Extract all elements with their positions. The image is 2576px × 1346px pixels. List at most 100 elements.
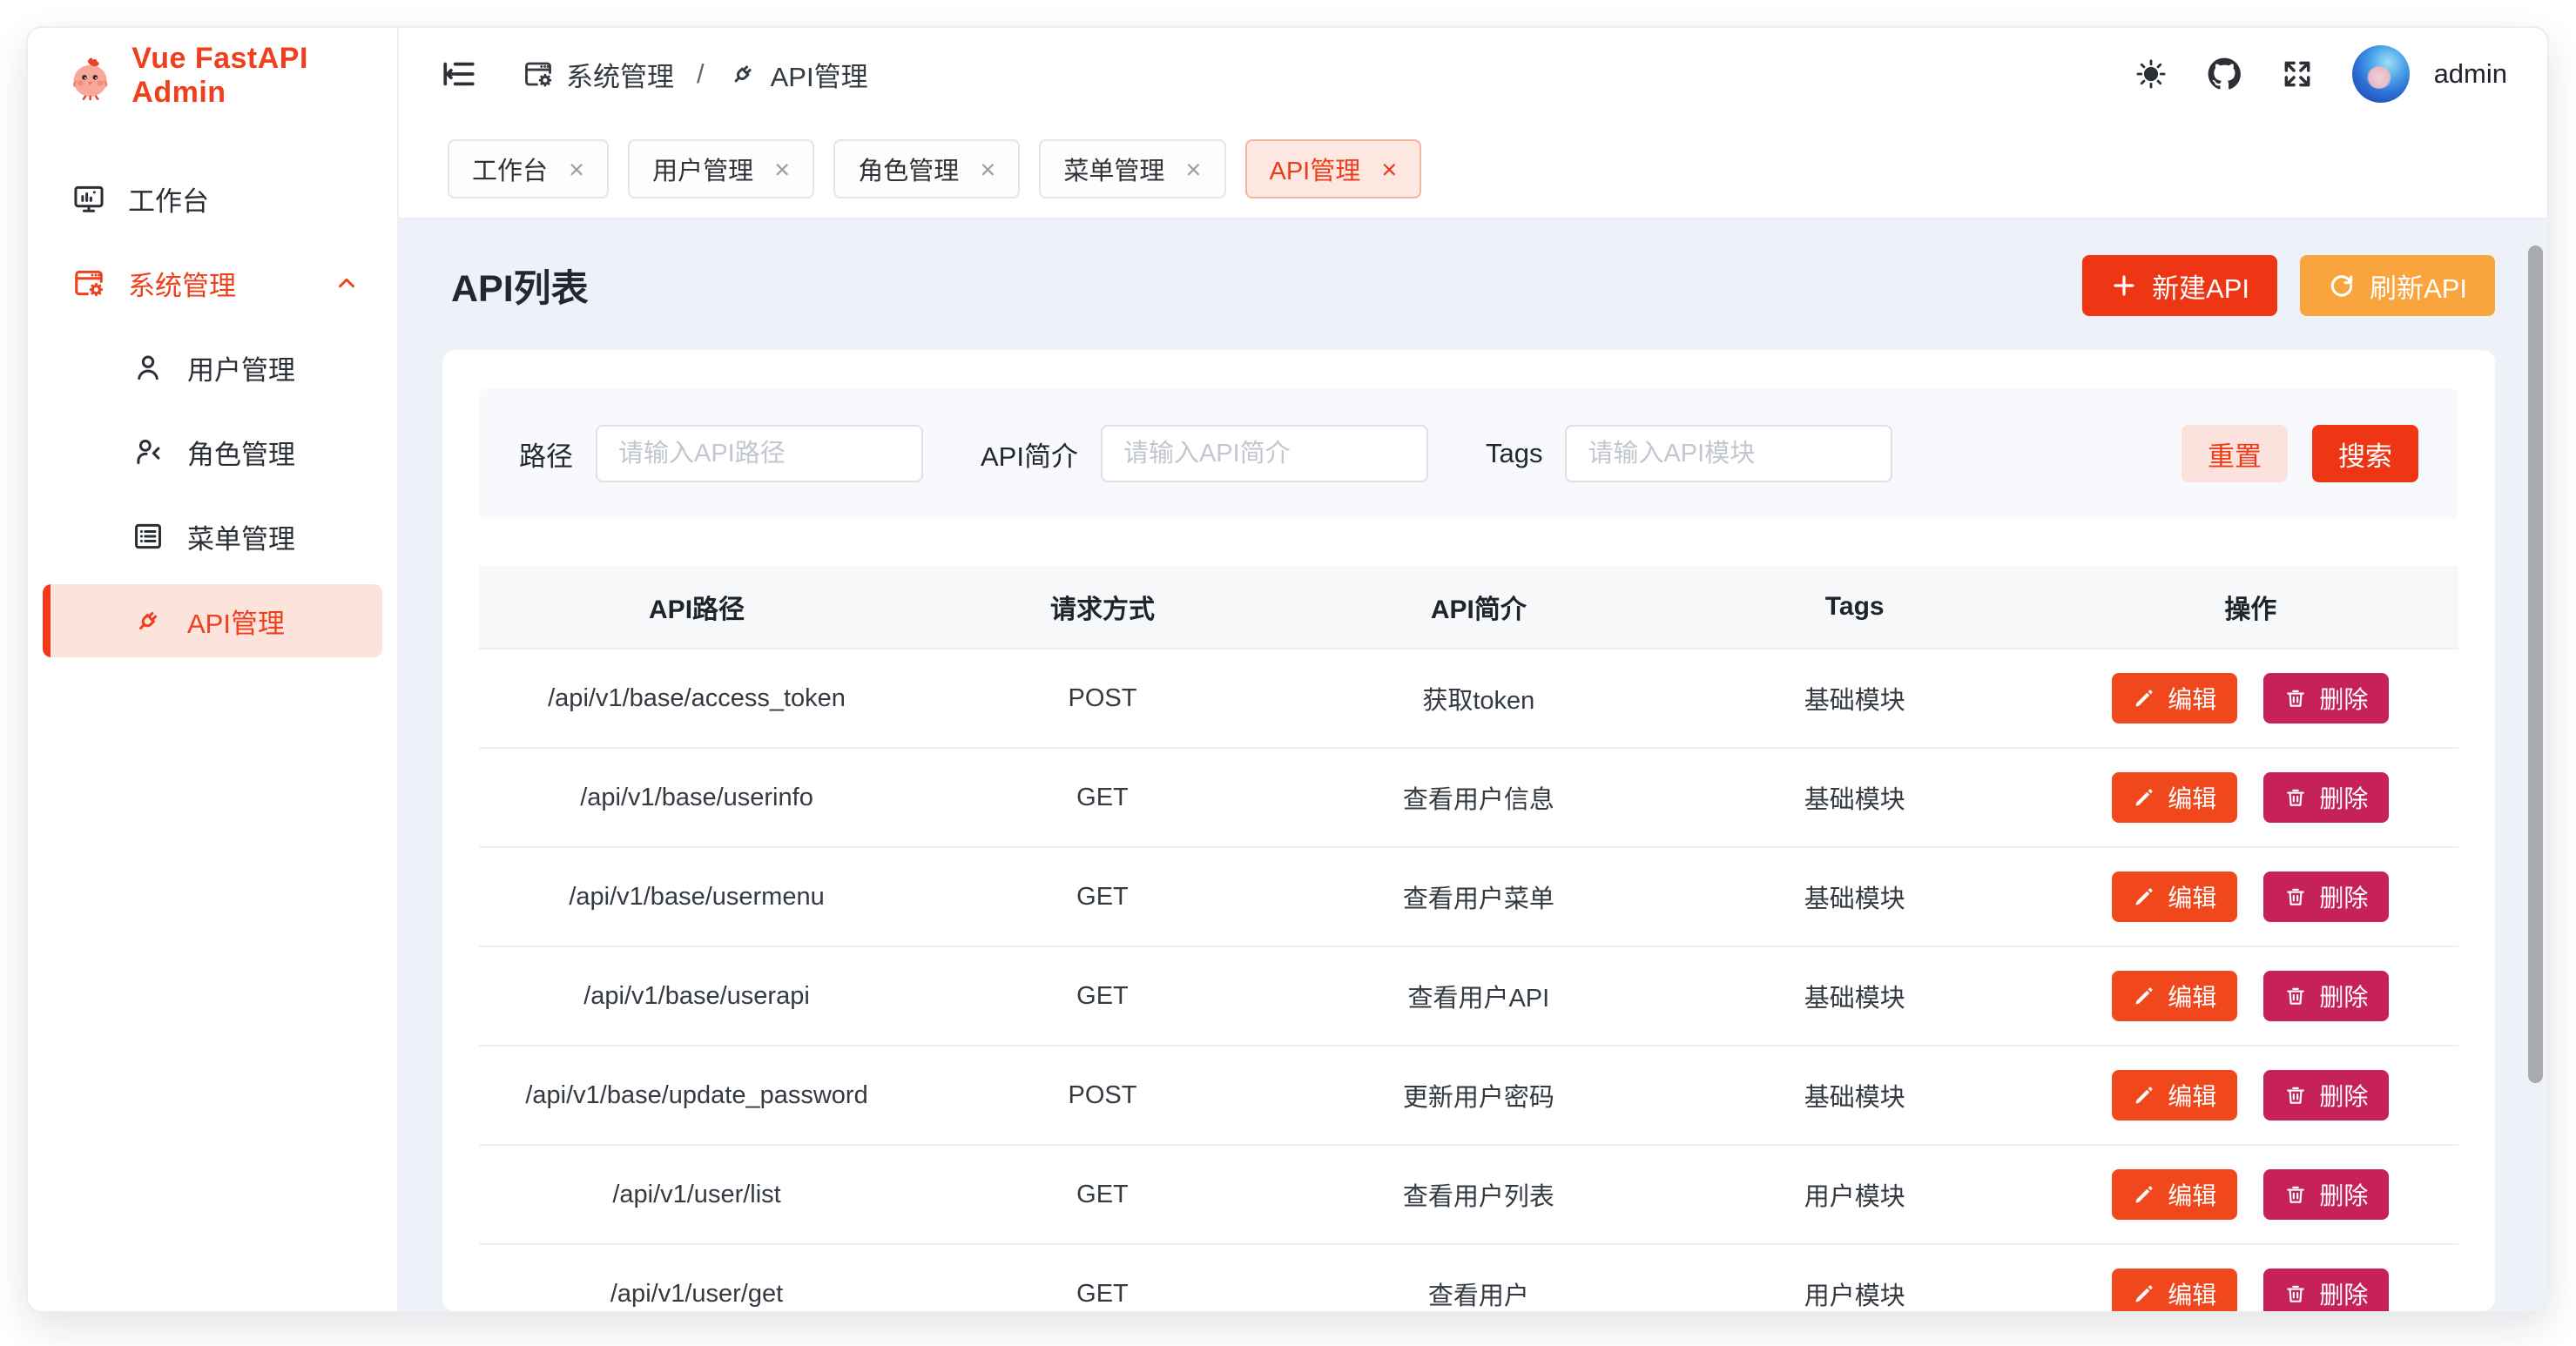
column-header-actions: 操作 bbox=[2043, 566, 2458, 649]
tab-label: 角色管理 bbox=[858, 151, 959, 187]
edit-label: 编辑 bbox=[2168, 780, 2216, 815]
scrollbar-thumb[interactable] bbox=[2528, 246, 2543, 1083]
breadcrumb-parent[interactable]: 系统管理 bbox=[523, 55, 674, 94]
app-title: Vue FastAPI Admin bbox=[131, 42, 397, 110]
path-filter-label: 路径 bbox=[519, 434, 573, 474]
edit-button[interactable]: 编辑 bbox=[2112, 772, 2237, 823]
cell-method: GET bbox=[914, 946, 1291, 1046]
table-header-row: API路径 请求方式 API简介 Tags 操作 bbox=[479, 566, 2458, 649]
delete-label: 删除 bbox=[2319, 780, 2368, 815]
app-logo[interactable]: Vue FastAPI Admin bbox=[28, 28, 397, 124]
delete-button[interactable]: 删除 bbox=[2263, 1070, 2389, 1121]
monitor-icon bbox=[72, 182, 105, 215]
sidebar-item-menus[interactable]: 菜单管理 bbox=[43, 500, 382, 573]
cell-api-path: /api/v1/base/usermenu bbox=[479, 847, 914, 946]
refresh-api-button[interactable]: 刷新API bbox=[2300, 255, 2495, 316]
page-tab-1[interactable]: 用户管理 × bbox=[628, 139, 814, 199]
tab-label: 用户管理 bbox=[652, 151, 753, 187]
search-button[interactable]: 搜索 bbox=[2312, 425, 2418, 482]
edit-button[interactable]: 编辑 bbox=[2112, 673, 2237, 723]
close-icon[interactable]: × bbox=[1381, 156, 1397, 183]
plug-icon bbox=[727, 58, 759, 90]
table-body: /api/v1/base/access_token POST 获取token 基… bbox=[479, 649, 2458, 1311]
theme-toggle-icon[interactable] bbox=[2134, 57, 2168, 91]
username[interactable]: admin bbox=[2434, 58, 2507, 90]
cell-method: GET bbox=[914, 1145, 1291, 1244]
api-list-card: 路径 API简介 Tags 重置 搜索 bbox=[442, 350, 2495, 1311]
collapse-sidebar-icon[interactable] bbox=[441, 56, 477, 92]
page-tab-0[interactable]: 工作台 × bbox=[448, 139, 609, 199]
page-header: API列表 新建API 刷新API bbox=[442, 242, 2495, 329]
topbar-actions: admin bbox=[2134, 45, 2507, 103]
page-tab-2[interactable]: 角色管理 × bbox=[833, 139, 1020, 199]
summary-filter-input[interactable] bbox=[1101, 425, 1428, 482]
column-header-summary: API简介 bbox=[1291, 566, 1667, 649]
chevron-up-icon[interactable] bbox=[334, 270, 360, 296]
trash-icon bbox=[2284, 885, 2307, 908]
cell-tags: 基础模块 bbox=[1667, 748, 2043, 847]
page-tab-4[interactable]: API管理 × bbox=[1245, 139, 1422, 199]
refresh-api-label: 刷新API bbox=[2370, 266, 2467, 306]
close-icon[interactable]: × bbox=[980, 156, 995, 183]
edit-button[interactable]: 编辑 bbox=[2112, 971, 2237, 1021]
breadcrumb: 系统管理 / API管理 bbox=[523, 55, 868, 94]
edit-button[interactable]: 编辑 bbox=[2112, 1269, 2237, 1311]
sidebar-item-users[interactable]: 用户管理 bbox=[43, 331, 382, 404]
tags-filter-label: Tags bbox=[1486, 438, 1542, 469]
edit-button[interactable]: 编辑 bbox=[2112, 872, 2237, 922]
sidebar: Vue FastAPI Admin 工作台 系统管理 用户管理 角色管理 bbox=[28, 28, 399, 1311]
close-icon[interactable]: × bbox=[774, 156, 790, 183]
cell-actions: 编辑 删除 bbox=[2043, 649, 2458, 748]
cell-method: GET bbox=[914, 748, 1291, 847]
sidebar-item-system[interactable]: 系统管理 bbox=[43, 246, 382, 320]
reset-button[interactable]: 重置 bbox=[2182, 425, 2288, 482]
sidebar-menu: 工作台 系统管理 用户管理 角色管理 菜单管理 API bbox=[28, 124, 397, 669]
create-api-button[interactable]: 新建API bbox=[2082, 255, 2277, 316]
github-icon[interactable] bbox=[2206, 56, 2242, 92]
tags-filter-input[interactable] bbox=[1565, 425, 1892, 482]
delete-label: 删除 bbox=[2319, 1078, 2368, 1113]
pencil-icon bbox=[2133, 1282, 2155, 1305]
page-tab-3[interactable]: 菜单管理 × bbox=[1039, 139, 1225, 199]
system-settings-icon bbox=[72, 266, 105, 299]
close-icon[interactable]: × bbox=[1185, 156, 1201, 183]
pencil-icon bbox=[2133, 786, 2155, 809]
cell-method: GET bbox=[914, 847, 1291, 946]
plus-icon bbox=[2110, 272, 2138, 299]
sidebar-item-workbench[interactable]: 工作台 bbox=[43, 162, 382, 235]
content-area: API列表 新建API 刷新API 路径 bbox=[399, 219, 2547, 1311]
delete-button[interactable]: 删除 bbox=[2263, 772, 2389, 823]
cell-summary: 查看用户列表 bbox=[1291, 1145, 1667, 1244]
close-icon[interactable]: × bbox=[569, 156, 584, 183]
pencil-icon bbox=[2133, 885, 2155, 908]
tab-bar: 工作台 × 用户管理 × 角色管理 × 菜单管理 × API管理 × bbox=[399, 120, 2547, 219]
cell-method: POST bbox=[914, 649, 1291, 748]
edit-button[interactable]: 编辑 bbox=[2112, 1070, 2237, 1121]
delete-label: 删除 bbox=[2319, 681, 2368, 716]
fullscreen-icon[interactable] bbox=[2281, 57, 2314, 91]
sidebar-item-apis[interactable]: API管理 bbox=[43, 584, 382, 657]
delete-button[interactable]: 删除 bbox=[2263, 971, 2389, 1021]
cell-summary: 更新用户密码 bbox=[1291, 1046, 1667, 1145]
table-row: /api/v1/base/userinfo GET 查看用户信息 基础模块 编辑 bbox=[479, 748, 2458, 847]
edit-button[interactable]: 编辑 bbox=[2112, 1169, 2237, 1220]
sidebar-item-roles[interactable]: 角色管理 bbox=[43, 415, 382, 488]
sidebar-item-label: 角色管理 bbox=[187, 433, 295, 472]
edit-label: 编辑 bbox=[2168, 979, 2216, 1013]
active-indicator-bar bbox=[43, 584, 51, 657]
path-filter-input[interactable] bbox=[596, 425, 923, 482]
column-header-path: API路径 bbox=[479, 566, 914, 649]
delete-button[interactable]: 删除 bbox=[2263, 872, 2389, 922]
avatar[interactable] bbox=[2352, 45, 2410, 103]
delete-button[interactable]: 删除 bbox=[2263, 673, 2389, 723]
refresh-icon bbox=[2328, 272, 2356, 299]
trash-icon bbox=[2284, 985, 2307, 1007]
cell-api-path: /api/v1/base/userinfo bbox=[479, 748, 914, 847]
edit-label: 编辑 bbox=[2168, 1177, 2216, 1212]
cell-api-path: /api/v1/user/get bbox=[479, 1244, 914, 1311]
delete-button[interactable]: 删除 bbox=[2263, 1269, 2389, 1311]
breadcrumb-current[interactable]: API管理 bbox=[727, 55, 868, 94]
delete-button[interactable]: 删除 bbox=[2263, 1169, 2389, 1220]
breadcrumb-parent-label: 系统管理 bbox=[566, 55, 674, 94]
cell-actions: 编辑 删除 bbox=[2043, 847, 2458, 946]
